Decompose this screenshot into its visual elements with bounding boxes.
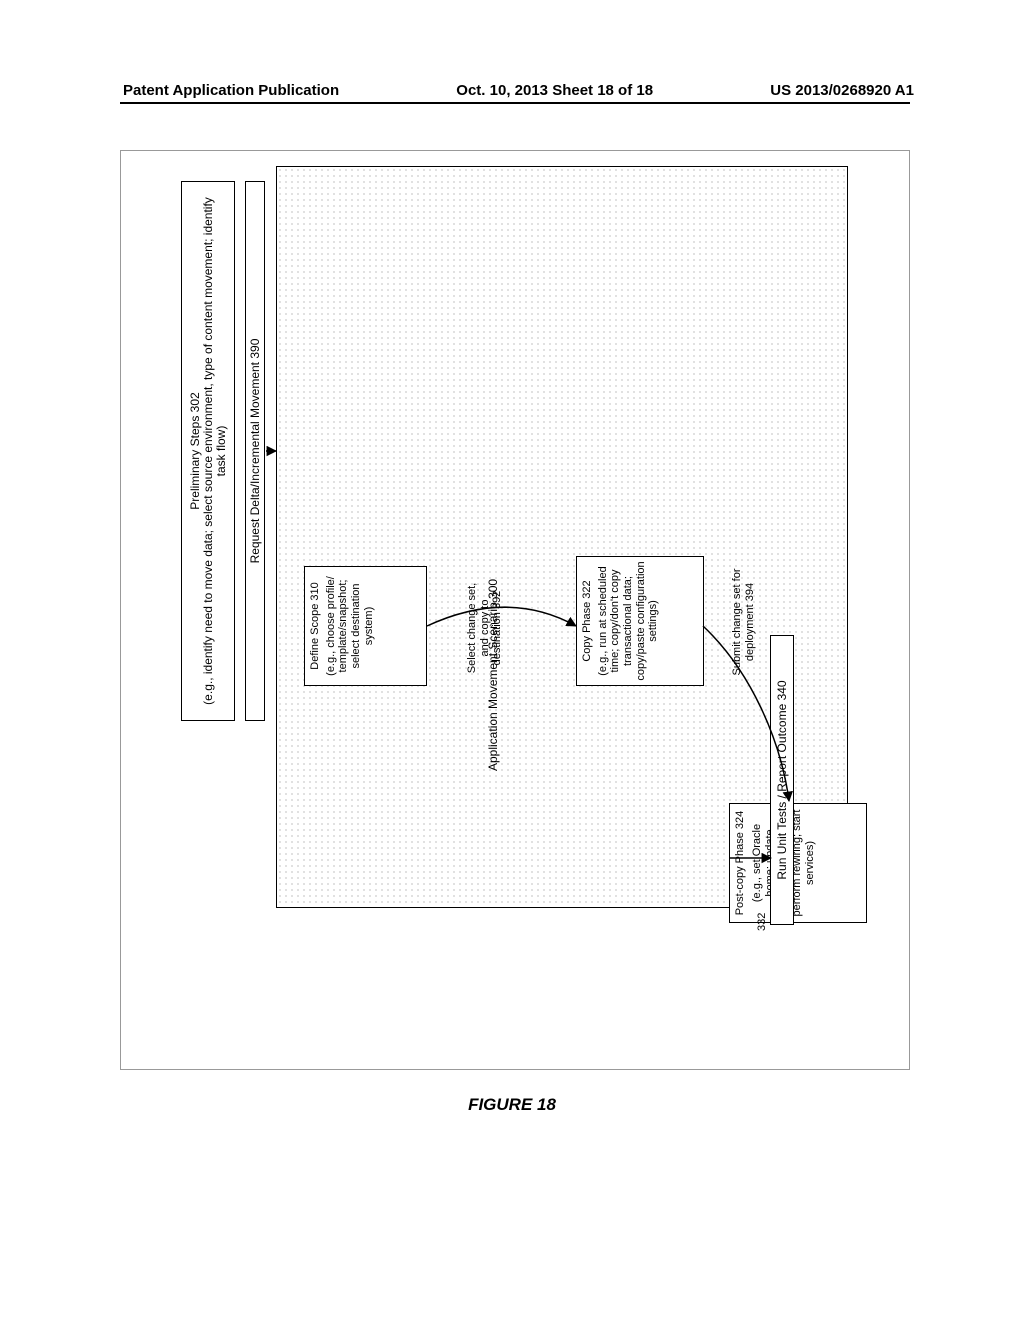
select-change-set-label: Select change set, and copy to destinati…	[466, 575, 504, 681]
preliminary-steps-desc: (e.g., identify need to move data; selec…	[202, 186, 228, 716]
post-copy-phase-box: Post-copy Phase 324 (e.g., set Oracle ho…	[729, 803, 867, 923]
submit-change-set-label: Submit change set for deployment 394	[731, 563, 756, 681]
copy-phase-desc: (e.g., run at scheduled time; copy/don't…	[597, 561, 660, 681]
ref-num-332: 332	[756, 913, 768, 931]
header-rule	[120, 102, 910, 104]
header-sheet: Oct. 10, 2013 Sheet 18 of 18	[456, 82, 653, 99]
copy-phase-box: Copy Phase 322 (e.g., run at scheduled t…	[576, 556, 704, 686]
request-delta-box: Request Delta/Incremental Movement 390	[245, 181, 265, 721]
define-scope-box: Define Scope 310 (e.g., choose profile/ …	[304, 566, 427, 686]
run-unit-tests-box: Run Unit Tests / Report Outcome 340	[770, 635, 794, 925]
copy-phase-title: Copy Phase 322	[581, 561, 594, 681]
post-copy-phase-title: Post-copy Phase 324	[734, 808, 747, 918]
define-scope-desc: (e.g., choose profile/ template/snapshot…	[325, 571, 376, 681]
define-scope-title: Define Scope 310	[309, 571, 322, 681]
header-docnum: US 2013/0268920 A1	[770, 82, 914, 99]
preliminary-steps-box: Preliminary Steps 302 (e.g., identify ne…	[181, 181, 235, 721]
page-header: Patent Application Publication Oct. 10, …	[0, 82, 1024, 99]
header-publication: Patent Application Publication	[123, 82, 339, 99]
preliminary-steps-title: Preliminary Steps 302	[188, 186, 202, 716]
figure-number-label: FIGURE 18	[0, 1095, 1024, 1115]
application-movement-scenario-box	[276, 166, 848, 908]
figure-stage: Preliminary Steps 302 (e.g., identify ne…	[120, 150, 910, 1070]
